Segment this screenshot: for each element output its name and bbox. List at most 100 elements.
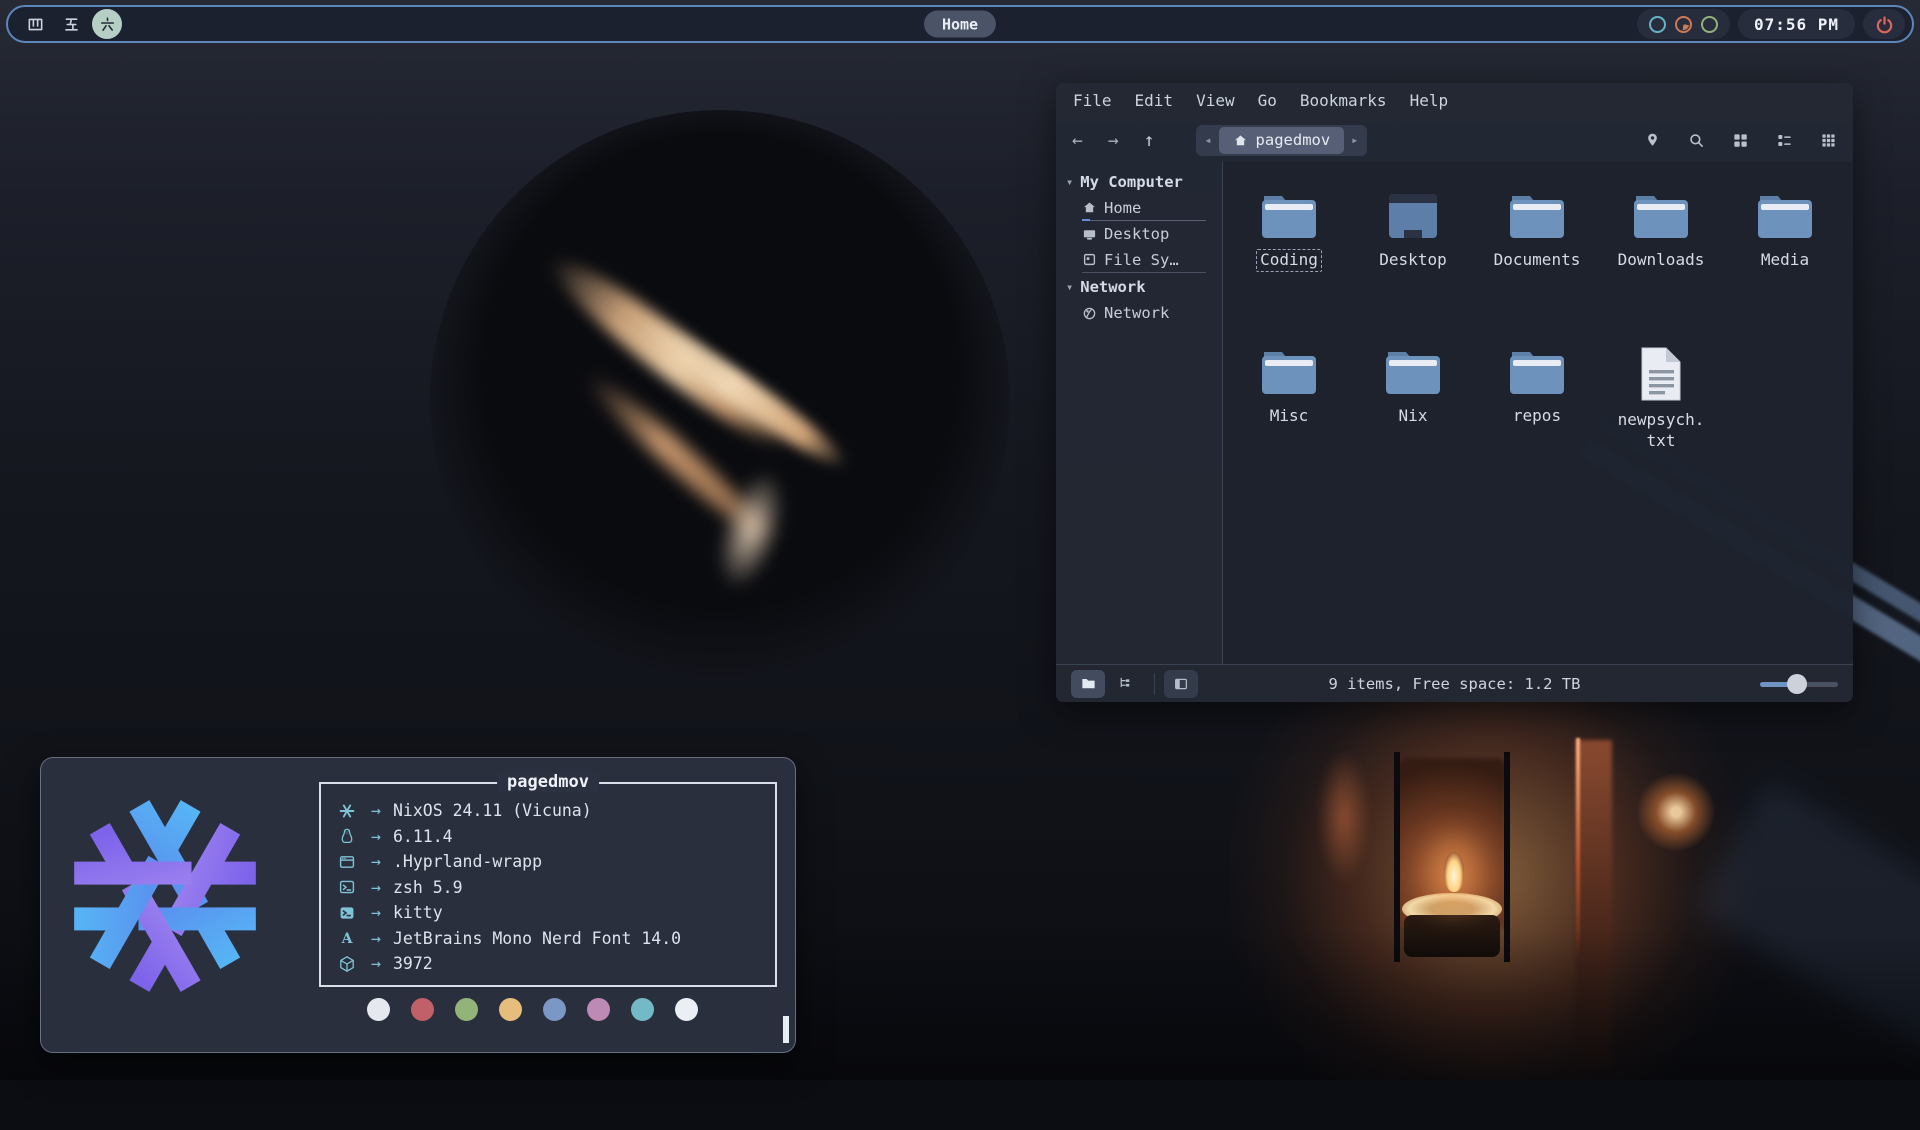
sidebar-item-home[interactable]: Home — [1082, 195, 1206, 221]
palette-dot — [631, 998, 654, 1021]
orange-ring-icon[interactable] — [1675, 16, 1692, 33]
terminal-icon — [338, 904, 356, 922]
fastfetch-output: pagedmov → NixOS 24.11 (Vicuna) — [319, 772, 777, 987]
places-sidebar: ▾ My Computer Home Desktop File Sy… — [1056, 162, 1222, 664]
wallpaper-hair-streak — [578, 365, 783, 553]
list-view-button[interactable] — [1776, 132, 1793, 149]
home-icon — [1233, 133, 1248, 148]
wallpaper-face-highlight — [704, 462, 797, 598]
desktop-folder-icon — [1382, 190, 1444, 242]
workspace-five[interactable] — [56, 9, 86, 39]
menu-file[interactable]: File — [1073, 91, 1112, 110]
zoom-slider-handle[interactable] — [1787, 674, 1807, 694]
file-label: Media — [1757, 249, 1813, 272]
search-icon — [1688, 132, 1705, 149]
sidebar-item-desktop[interactable]: Desktop — [1082, 221, 1206, 247]
palette-dot — [499, 998, 522, 1021]
file-item-media[interactable]: Media — [1726, 190, 1844, 302]
sidebar-item-label: Home — [1104, 199, 1141, 217]
file-item-desktop[interactable]: Desktop — [1354, 190, 1472, 302]
folder-icon — [1754, 190, 1816, 242]
fetch-arrow: → — [359, 801, 393, 820]
menu-help[interactable]: Help — [1410, 91, 1449, 110]
workspace-four[interactable] — [20, 9, 50, 39]
file-item-downloads[interactable]: Downloads — [1602, 190, 1720, 302]
file-item-coding[interactable]: Coding — [1230, 190, 1348, 302]
palette-dot — [455, 998, 478, 1021]
icon-view-button[interactable] — [1732, 132, 1749, 149]
sidebar-item-filesystem[interactable]: File Sy… — [1082, 247, 1206, 273]
tab-prev-button[interactable]: ◂ — [1198, 133, 1219, 147]
fastfetch-box: pagedmov → NixOS 24.11 (Vicuna) — [319, 782, 777, 987]
globe-icon — [1082, 306, 1097, 321]
sidebar-item-label: Network — [1104, 304, 1169, 322]
file-item-misc[interactable]: Misc — [1230, 346, 1348, 458]
tree-pane-button[interactable] — [1108, 670, 1142, 698]
file-item-newpsych-txt[interactable]: newpsych.txt — [1602, 346, 1720, 458]
sidebar-section-network[interactable]: ▾ Network — [1066, 273, 1222, 300]
search-button[interactable] — [1688, 132, 1705, 149]
path-tab-label: pagedmov — [1256, 131, 1331, 149]
sidebar-section-my-computer[interactable]: ▾ My Computer — [1066, 168, 1222, 195]
tux-icon — [338, 827, 356, 845]
sidebar-item-network[interactable]: Network — [1082, 300, 1206, 326]
tab-next-button[interactable]: ▸ — [1344, 133, 1365, 147]
expander-icon[interactable]: ▾ — [1066, 175, 1073, 189]
green-ring-icon[interactable] — [1701, 16, 1718, 33]
forward-button[interactable]: → — [1108, 130, 1119, 151]
teal-ring-icon[interactable] — [1649, 16, 1666, 33]
active-window-pill[interactable]: Home — [924, 11, 996, 38]
palette-dot — [543, 998, 566, 1021]
expander-icon[interactable]: ▾ — [1066, 280, 1073, 294]
home-icon — [1082, 200, 1097, 215]
fetch-arrow: → — [359, 852, 393, 871]
menu-bar: File Edit View Go Bookmarks Help — [1056, 83, 1853, 118]
wallpaper-hair-streak — [624, 303, 855, 478]
wallpaper-small-light — [1636, 772, 1716, 852]
current-path-tab[interactable]: pagedmov — [1219, 127, 1345, 154]
wallpaper-light-band — [1692, 780, 1920, 1130]
folder-icon — [1630, 190, 1692, 242]
fetch-row-shell: → zsh 5.9 — [335, 875, 761, 901]
fetch-value-wm: .Hyprland-wrapp — [393, 852, 542, 871]
workspace-six-active[interactable] — [92, 9, 122, 39]
compact-view-icon — [1820, 132, 1837, 149]
power-button[interactable] — [1863, 9, 1905, 39]
terminal-window[interactable]: pagedmov → NixOS 24.11 (Vicuna) — [40, 757, 796, 1053]
zoom-slider[interactable] — [1760, 674, 1838, 694]
file-manager-window: File Edit View Go Bookmarks Help ← → ↑ ◂… — [1056, 83, 1853, 702]
file-item-documents[interactable]: Documents — [1478, 190, 1596, 302]
menu-edit[interactable]: Edit — [1135, 91, 1174, 110]
compact-view-button[interactable] — [1820, 132, 1837, 149]
places-pane-button[interactable] — [1071, 670, 1105, 698]
file-label: Misc — [1266, 405, 1313, 428]
location-pin-button[interactable] — [1644, 132, 1661, 149]
toolbar-view-buttons — [1644, 132, 1837, 149]
active-window-title: Home — [942, 15, 978, 33]
top-bar-right: 07:56 PM — [1637, 9, 1905, 39]
file-item-repos[interactable]: repos — [1478, 346, 1596, 458]
toolbar: ← → ↑ ◂ pagedmov ▸ — [1056, 118, 1853, 162]
fetch-value-packages: 3972 — [393, 954, 433, 973]
clock-widget[interactable]: 07:56 PM — [1738, 9, 1855, 39]
icon-view[interactable]: Coding Desktop Documents — [1223, 162, 1853, 664]
folder-icon — [1258, 190, 1320, 242]
up-button[interactable]: ↑ — [1144, 130, 1155, 151]
wallpaper-lantern-frame — [1504, 752, 1510, 962]
file-item-nix[interactable]: Nix — [1354, 346, 1472, 458]
fetch-value-kernel: 6.11.4 — [393, 827, 453, 846]
toggle-sidebar-button[interactable] — [1164, 670, 1198, 698]
file-label: Nix — [1395, 405, 1432, 428]
menu-bookmarks[interactable]: Bookmarks — [1300, 91, 1387, 110]
palette-dot — [367, 998, 390, 1021]
menu-go[interactable]: Go — [1258, 91, 1277, 110]
back-button[interactable]: ← — [1072, 130, 1083, 151]
shell-prompt-icon — [338, 878, 356, 896]
side-panel-icon — [1173, 676, 1189, 692]
fetch-arrow: → — [359, 954, 393, 973]
palette-dot — [587, 998, 610, 1021]
menu-view[interactable]: View — [1196, 91, 1235, 110]
nix-snowflake-icon — [338, 802, 356, 820]
fetch-arrow: → — [359, 929, 393, 948]
fetch-value-shell: zsh 5.9 — [393, 878, 463, 897]
